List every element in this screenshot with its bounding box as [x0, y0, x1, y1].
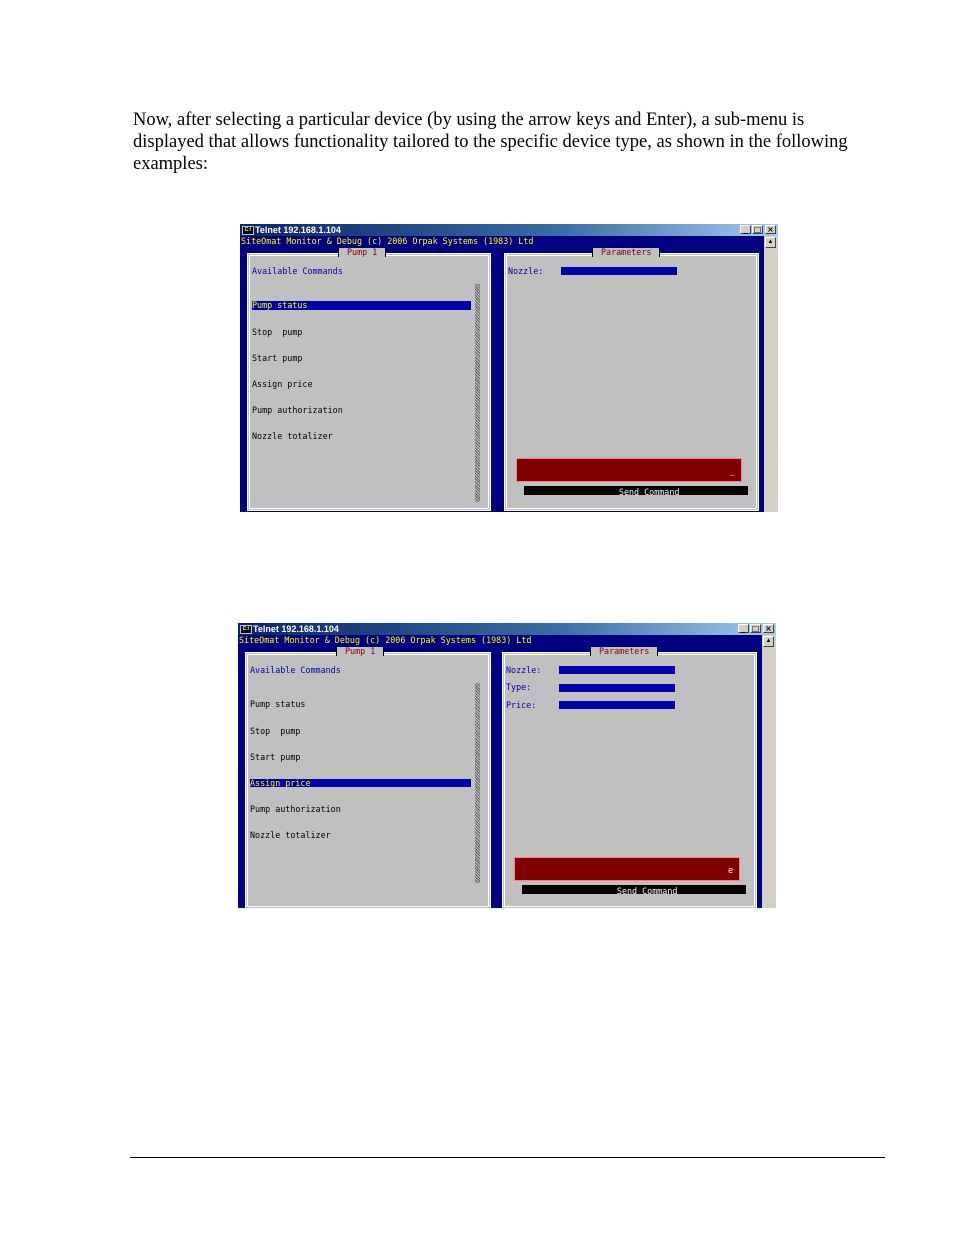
parameters-title: Parameters — [590, 647, 659, 656]
send-command-label: Send Command — [618, 487, 680, 497]
command-pump-status[interactable]: Pump status — [252, 301, 471, 311]
device-title: Pump 1 — [338, 248, 387, 257]
command-pump-status[interactable]: Pump status — [250, 700, 471, 709]
scroll-up-arrow-icon[interactable]: ▲ — [765, 237, 776, 248]
intro-paragraph: Now, after selecting a particular device… — [133, 110, 848, 174]
command-list-scrollbar[interactable] — [475, 284, 480, 502]
command-stop-pump[interactable]: Stop pump — [250, 726, 471, 736]
minimize-button[interactable]: _ — [738, 624, 749, 633]
telnet-window-2: C:\ Telnet 192.168.1.104 _ □ × SiteOmat … — [238, 623, 776, 908]
device-title: Pump 1 — [336, 647, 385, 656]
console-banner: SiteOmat Monitor & Debug (c) 2006 Orpak … — [241, 236, 534, 246]
minimize-button[interactable]: _ — [740, 225, 751, 234]
param-price-label: Price: — [506, 700, 537, 710]
parameters-title: Parameters — [592, 248, 661, 257]
commands-heading: Available Commands — [250, 665, 341, 675]
param-nozzle-label: Nozzle: — [508, 266, 544, 276]
command-list: Pump status Stop pump Start pump Assign … — [252, 284, 471, 458]
param-type-field[interactable] — [559, 684, 675, 692]
command-start-pump[interactable]: Start pump — [250, 752, 471, 762]
param-nozzle-field[interactable] — [559, 666, 675, 674]
command-list-scrollbar[interactable] — [475, 683, 480, 883]
command-assign-price[interactable]: Assign price — [250, 778, 471, 788]
window-title: Telnet 192.168.1.104 — [255, 225, 341, 235]
command-nozzle-totalizer[interactable]: Nozzle totalizer — [252, 432, 471, 441]
window-scrollbar[interactable]: ▲ — [762, 635, 776, 908]
cursor-indicator: e — [727, 865, 733, 875]
scroll-up-arrow-icon[interactable]: ▲ — [763, 636, 774, 647]
send-command-label: Send Command — [616, 886, 678, 896]
maximize-button[interactable]: □ — [750, 624, 761, 633]
command-stop-pump[interactable]: Stop pump — [252, 327, 471, 337]
console-icon: C:\ — [242, 226, 254, 235]
console-icon: C:\ — [240, 625, 252, 634]
console-area: SiteOmat Monitor & Debug (c) 2006 Orpak … — [240, 236, 764, 512]
parameters-panel: Parameters Nozzle: Send Command _ — [504, 248, 759, 511]
param-nozzle-label: Nozzle: — [506, 665, 542, 675]
param-price-field[interactable] — [559, 701, 675, 709]
commands-panel: Pump 1 Available Commands Pump status St… — [247, 248, 491, 511]
console-banner: SiteOmat Monitor & Debug (c) 2006 Orpak … — [239, 635, 532, 645]
send-command-button[interactable]: Send Command e — [514, 857, 740, 896]
cursor-indicator: _ — [729, 466, 735, 476]
close-button[interactable]: × — [765, 225, 776, 234]
window-titlebar: C:\ Telnet 192.168.1.104 _ □ × — [238, 623, 776, 635]
maximize-button[interactable]: □ — [752, 225, 763, 234]
command-list: Pump status Stop pump Start pump Assign … — [250, 683, 471, 857]
window-scrollbar[interactable]: ▲ — [764, 236, 778, 512]
commands-heading: Available Commands — [252, 266, 343, 276]
command-assign-price[interactable]: Assign price — [252, 379, 471, 389]
close-button[interactable]: × — [763, 624, 774, 633]
footer-rule — [130, 1157, 885, 1158]
command-pump-authorization[interactable]: Pump authorization — [250, 805, 471, 814]
send-command-button[interactable]: Send Command _ — [516, 458, 742, 497]
window-titlebar: C:\ Telnet 192.168.1.104 _ □ × — [240, 224, 778, 236]
window-title: Telnet 192.168.1.104 — [253, 624, 339, 634]
commands-panel: Pump 1 Available Commands Pump status St… — [245, 647, 491, 908]
telnet-window-1: C:\ Telnet 192.168.1.104 _ □ × SiteOmat … — [240, 224, 778, 512]
parameters-panel: Parameters Nozzle: Type: Price: Send Com… — [502, 647, 757, 908]
param-nozzle-field[interactable] — [561, 267, 677, 275]
command-nozzle-totalizer[interactable]: Nozzle totalizer — [250, 831, 471, 840]
command-start-pump[interactable]: Start pump — [252, 353, 471, 363]
console-area: SiteOmat Monitor & Debug (c) 2006 Orpak … — [238, 635, 762, 908]
param-type-label: Type: — [506, 682, 532, 692]
command-pump-authorization[interactable]: Pump authorization — [252, 406, 471, 415]
